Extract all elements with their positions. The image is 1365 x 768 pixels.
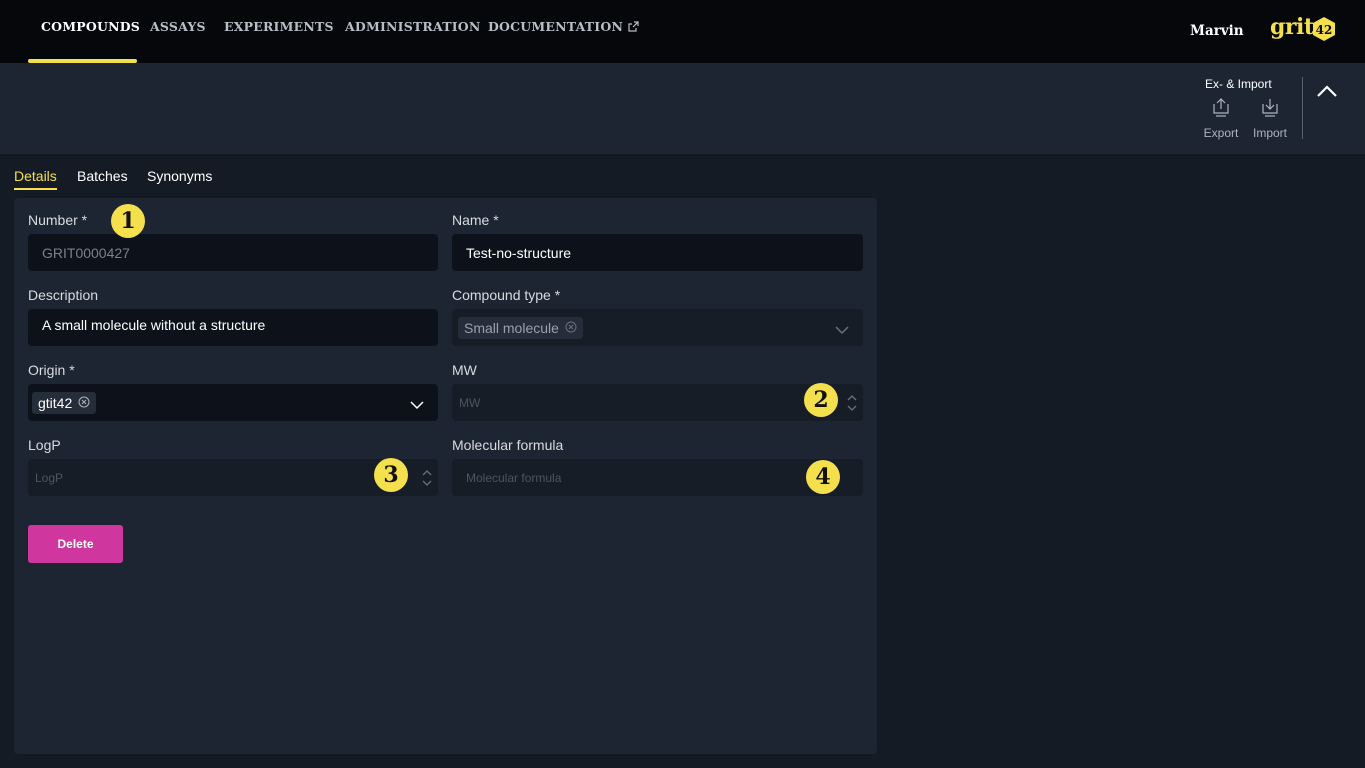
compound-type-chip: Small molecule [458,316,583,339]
chevron-up-icon [1316,85,1338,103]
number-value: GRIT0000427 [42,244,130,261]
nav-experiments[interactable]: EXPERIMENTS [224,19,334,34]
molecular-formula-placeholder: Molecular formula [466,470,562,485]
tab-batches[interactable]: Batches [77,168,128,184]
collapse-toolbar-button[interactable] [1316,83,1338,104]
remove-chip-icon[interactable] [565,320,577,336]
toolbar-divider [1302,77,1303,139]
nav-compounds[interactable]: COMPOUNDS [41,19,140,34]
tab-synonyms[interactable]: Synonyms [147,168,212,184]
logo-hex-icon: 42 [1312,16,1336,47]
nav-documentation[interactable]: DOCUMENTATION [488,19,639,35]
logo-text: grit [1270,14,1314,40]
origin-select[interactable]: gtit42 [28,384,438,421]
import-icon [1259,99,1281,121]
description-field[interactable]: A small molecule without a structure [28,309,438,346]
import-label: Import [1252,126,1287,140]
compound-type-value: Small molecule [464,319,559,336]
top-navigation: COMPOUNDS ASSAYS EXPERIMENTS ADMINISTRAT… [0,0,1365,63]
name-label: Name * [452,212,499,228]
stepper-icon[interactable] [422,468,432,491]
nav-administration[interactable]: ADMINISTRATION [345,19,481,34]
ex-import-group-title: Ex- & Import [1205,77,1272,91]
nav-documentation-label: DOCUMENTATION [488,19,624,34]
molecular-formula-input[interactable]: Molecular formula [452,459,863,496]
molecular-formula-label: Molecular formula [452,437,564,453]
name-value: Test-no-structure [466,244,572,261]
origin-chip: gtit42 [32,391,97,414]
number-field: GRIT0000427 [28,234,438,271]
export-icon [1210,98,1232,121]
annotation-badge-3: 3 [374,458,408,492]
mw-placeholder: MW [459,395,481,410]
annotation-badge-4: 4 [806,460,840,494]
name-field[interactable]: Test-no-structure [452,234,863,271]
import-button[interactable]: Import [1248,97,1292,140]
remove-chip-icon[interactable] [78,395,90,411]
user-menu[interactable]: Marvin [1190,23,1244,39]
description-value: A small molecule without a structure [42,317,266,333]
active-tab-indicator [14,188,57,190]
compound-type-label: Compound type * [452,287,561,303]
external-link-icon [628,20,639,35]
export-button[interactable]: Export [1199,97,1243,140]
number-label: Number * [28,212,88,228]
origin-value: gtit42 [38,394,73,411]
logo-badge-text: 42 [1316,23,1333,37]
mw-input[interactable]: MW [452,384,863,421]
toolbar: Ex- & Import Export Import [0,63,1365,154]
logp-placeholder: LogP [35,470,64,485]
nav-assays[interactable]: ASSAYS [150,19,206,34]
delete-button[interactable]: Delete [28,525,123,563]
compound-type-select[interactable]: Small molecule [452,309,863,346]
logp-label: LogP [28,437,61,453]
tab-details[interactable]: Details [14,168,57,184]
annotation-badge-2: 2 [804,383,838,417]
origin-label: Origin * [28,362,75,378]
mw-label: MW [452,362,477,378]
export-label: Export [1203,126,1239,140]
chevron-down-icon[interactable] [410,397,424,413]
stepper-icon[interactable] [847,393,857,416]
description-label: Description [28,287,99,303]
chevron-down-icon[interactable] [835,322,849,338]
annotation-badge-1: 1 [111,204,145,238]
